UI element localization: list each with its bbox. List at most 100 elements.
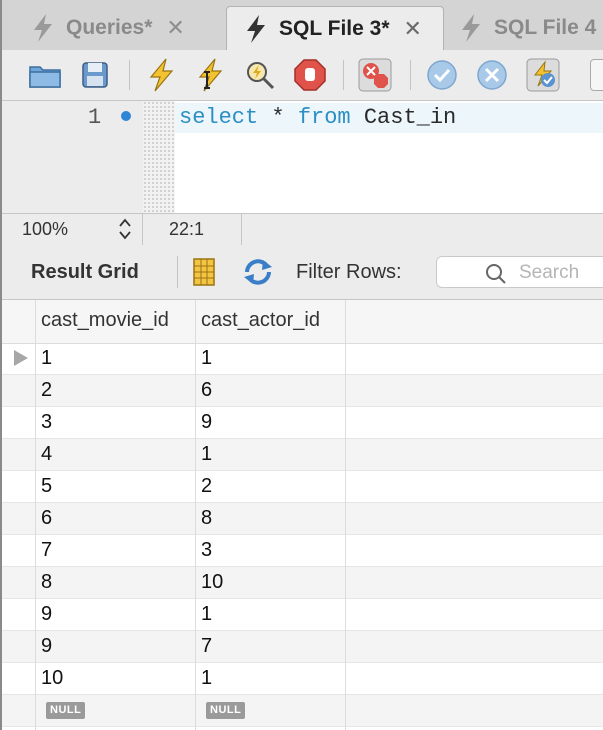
zoom-stepper-icon[interactable] bbox=[118, 217, 132, 243]
sql-keyword: select bbox=[179, 105, 259, 130]
fold-margin bbox=[143, 101, 175, 213]
check-circle-icon bbox=[427, 60, 457, 90]
cell-cast-movie-id[interactable]: 7 bbox=[41, 539, 52, 562]
table-row[interactable]: 39 bbox=[0, 407, 603, 439]
search-placeholder: Search bbox=[519, 262, 580, 283]
tab-label: SQL File 4 bbox=[494, 16, 597, 39]
sql-table-name: Cast_in bbox=[350, 105, 457, 130]
table-row[interactable]: 91 bbox=[0, 599, 603, 631]
column-divider bbox=[195, 300, 196, 730]
zoom-level[interactable]: 100% bbox=[22, 219, 68, 240]
stop-button[interactable] bbox=[293, 58, 327, 92]
table-row[interactable]: 8 10 bbox=[0, 567, 603, 599]
table-row[interactable]: 26 bbox=[0, 375, 603, 407]
cell-cast-actor-id[interactable]: 1 bbox=[201, 443, 212, 466]
cell-cast-actor-id[interactable]: 1 bbox=[201, 603, 212, 626]
stop-on-error-button[interactable] bbox=[358, 58, 392, 92]
cell-cast-actor-id[interactable]: 6 bbox=[201, 379, 212, 402]
folder-icon bbox=[29, 66, 61, 88]
execute-button[interactable] bbox=[144, 58, 178, 92]
results-toolbar: Result Grid Filter Rows: Search bbox=[0, 245, 603, 300]
cell-cast-movie-id[interactable]: 4 bbox=[41, 443, 52, 466]
lightning-icon bbox=[462, 14, 480, 42]
cell-cast-actor-id[interactable]: 2 bbox=[201, 475, 212, 498]
close-icon[interactable]: ✕ bbox=[166, 15, 184, 41]
autocommit-button[interactable] bbox=[526, 58, 560, 92]
toolbar-overflow[interactable] bbox=[590, 58, 603, 92]
magnifier-lightning-icon bbox=[247, 62, 275, 90]
cell-cast-movie-id[interactable]: 10 bbox=[41, 667, 63, 690]
tab-label: Queries* bbox=[66, 16, 153, 39]
table-row[interactable]: 73 bbox=[0, 535, 603, 567]
cell-cast-movie-id[interactable]: 2 bbox=[41, 379, 52, 402]
table-row[interactable]: 68 bbox=[0, 503, 603, 535]
cell-cast-actor-id[interactable]: 1 bbox=[201, 667, 212, 690]
stop-hand-icon bbox=[294, 59, 326, 91]
cell-cast-actor-id[interactable]: 9 bbox=[201, 411, 212, 434]
explain-button[interactable] bbox=[243, 58, 277, 92]
grid-layout-icon[interactable] bbox=[192, 258, 216, 286]
toolbar-separator bbox=[410, 60, 411, 90]
status-divider bbox=[142, 214, 143, 245]
cell-cast-movie-id[interactable]: 1 bbox=[41, 347, 52, 370]
rollback-button[interactable] bbox=[475, 58, 509, 92]
editor-status-bar: 100% 22:1 bbox=[0, 213, 603, 246]
cell-cast-actor-id[interactable]: 8 bbox=[201, 507, 212, 530]
refresh-icon[interactable] bbox=[241, 258, 275, 286]
filter-rows-label: Filter Rows: bbox=[296, 261, 402, 283]
results-divider bbox=[177, 256, 178, 288]
toolbar-separator bbox=[129, 60, 130, 90]
column-divider bbox=[35, 300, 36, 730]
cell-cast-actor-id[interactable]: 3 bbox=[201, 539, 212, 562]
cell-cast-actor-id[interactable]: 7 bbox=[201, 635, 212, 658]
tab-label: SQL File 3* bbox=[279, 16, 390, 40]
table-row[interactable]: 11 bbox=[0, 343, 603, 375]
sql-editor[interactable]: 1 select * from Cast_in bbox=[0, 101, 603, 213]
commit-button[interactable] bbox=[425, 58, 459, 92]
stop-error-icon bbox=[358, 58, 392, 92]
toolbar-separator bbox=[343, 60, 344, 90]
tab-sql-file-4[interactable]: SQL File 4 bbox=[452, 6, 603, 50]
tab-bar: Queries* ✕ SQL File 3* ✕ SQL File 4 bbox=[0, 0, 603, 51]
column-header[interactable]: cast_movie_id bbox=[41, 309, 169, 332]
cell-cast-movie-id[interactable]: 9 bbox=[41, 603, 52, 626]
editor-toolbar bbox=[0, 50, 603, 101]
execute-current-button[interactable] bbox=[193, 58, 227, 92]
cursor-position: 22:1 bbox=[169, 219, 205, 239]
statement-marker-icon bbox=[121, 111, 131, 121]
table-row[interactable]: 97 bbox=[0, 631, 603, 663]
tab-queries[interactable]: Queries* ✕ bbox=[8, 6, 218, 50]
column-header[interactable]: cast_actor_id bbox=[201, 309, 320, 332]
row-pointer-icon bbox=[14, 350, 28, 366]
column-divider bbox=[345, 300, 346, 730]
autocommit-icon bbox=[526, 58, 560, 92]
cell-cast-movie-id[interactable]: 5 bbox=[41, 475, 52, 498]
table-row[interactable]: 52 bbox=[0, 471, 603, 503]
line-number: 1 bbox=[88, 105, 102, 130]
cell-cast-actor-id[interactable]: 10 bbox=[201, 571, 223, 594]
save-button[interactable] bbox=[78, 58, 112, 92]
sql-code-line[interactable]: select * from Cast_in bbox=[179, 105, 456, 130]
close-icon[interactable]: ✕ bbox=[404, 16, 422, 42]
table-row-new[interactable]: NULL NULL bbox=[0, 695, 603, 727]
cell-cast-movie-id[interactable]: 8 bbox=[41, 571, 52, 594]
cell-cast-actor-id[interactable]: 1 bbox=[201, 347, 212, 370]
status-divider bbox=[241, 214, 242, 245]
window-edge bbox=[0, 0, 2, 730]
null-badge[interactable]: NULL bbox=[206, 702, 246, 719]
tab-sql-file-3[interactable]: SQL File 3* ✕ bbox=[226, 6, 444, 50]
open-folder-button[interactable] bbox=[28, 58, 62, 92]
result-grid-tab[interactable]: Result Grid bbox=[31, 261, 139, 284]
null-badge[interactable]: NULL bbox=[46, 702, 86, 719]
grid-header: cast_movie_id cast_actor_id bbox=[0, 300, 603, 344]
cell-cast-movie-id[interactable]: 6 bbox=[41, 507, 52, 530]
lightning-icon bbox=[34, 14, 52, 42]
search-icon bbox=[486, 264, 506, 284]
filter-search-input[interactable]: Search bbox=[436, 256, 603, 288]
cell-cast-movie-id[interactable]: 9 bbox=[41, 635, 52, 658]
table-row[interactable]: 41 bbox=[0, 439, 603, 471]
cell-cast-movie-id[interactable]: 3 bbox=[41, 411, 52, 434]
lightning-icon bbox=[247, 14, 265, 43]
table-row[interactable]: 10 1 bbox=[0, 663, 603, 695]
sql-keyword: from bbox=[297, 105, 351, 130]
